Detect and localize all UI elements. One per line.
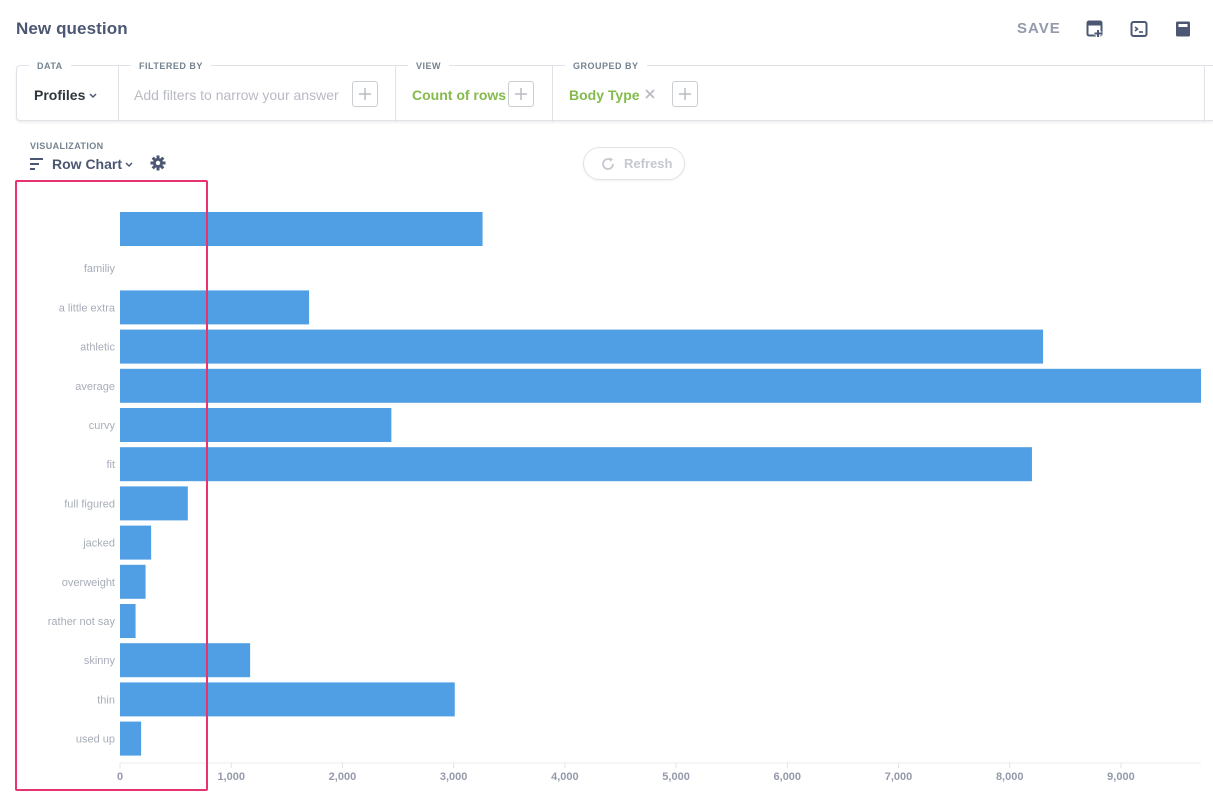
chart-category-label: athletic (80, 342, 115, 354)
chart-category-label: familiy (84, 263, 116, 275)
x-axis-tick-label: 0 (117, 771, 123, 783)
x-axis-tick-label: 2,000 (329, 771, 357, 783)
row-chart: familiy a little extra athletic average curv… (48, 212, 1201, 783)
chart-bar[interactable] (120, 604, 136, 638)
x-axis-tick-label: 7,000 (885, 771, 913, 783)
chart-category-label: thin (97, 694, 115, 706)
chart-bar[interactable] (120, 486, 188, 521)
chart-category-label: jacked (82, 538, 115, 550)
chart-bar[interactable] (120, 564, 146, 599)
chart-category-label: rather not say (48, 616, 116, 628)
chart-bar[interactable] (120, 525, 152, 560)
chart-category-label: overweight (62, 577, 115, 589)
chart-bar[interactable] (120, 368, 1201, 403)
x-axis-tick-label: 1,000 (217, 771, 245, 783)
x-axis-tick-label: 4,000 (551, 771, 579, 783)
chart-bar[interactable] (120, 329, 1044, 364)
chart-category-label: curvy (89, 420, 116, 432)
chart-category-label: a little extra (59, 302, 116, 314)
x-axis-tick-label: 8,000 (996, 771, 1024, 783)
chart-category-label: average (75, 381, 115, 393)
chart-bar[interactable] (120, 290, 310, 325)
x-axis-tick-label: 5,000 (662, 771, 690, 783)
chart-bar[interactable] (120, 721, 142, 756)
chart-bar[interactable] (120, 212, 483, 246)
chart-category-label: skinny (84, 655, 116, 667)
chart-bar[interactable] (120, 682, 455, 717)
x-axis-tick-label: 9,000 (1107, 771, 1135, 783)
chart-bar[interactable] (120, 408, 392, 442)
chart-category-label: fit (106, 459, 115, 471)
chart-bar[interactable] (120, 447, 1032, 482)
chart-category-label: full figured (64, 498, 115, 510)
chart-category-label: used up (76, 734, 115, 746)
x-axis-tick-label: 6,000 (774, 771, 802, 783)
chart-bar[interactable] (120, 643, 251, 678)
x-axis-tick-label: 3,000 (440, 771, 468, 783)
